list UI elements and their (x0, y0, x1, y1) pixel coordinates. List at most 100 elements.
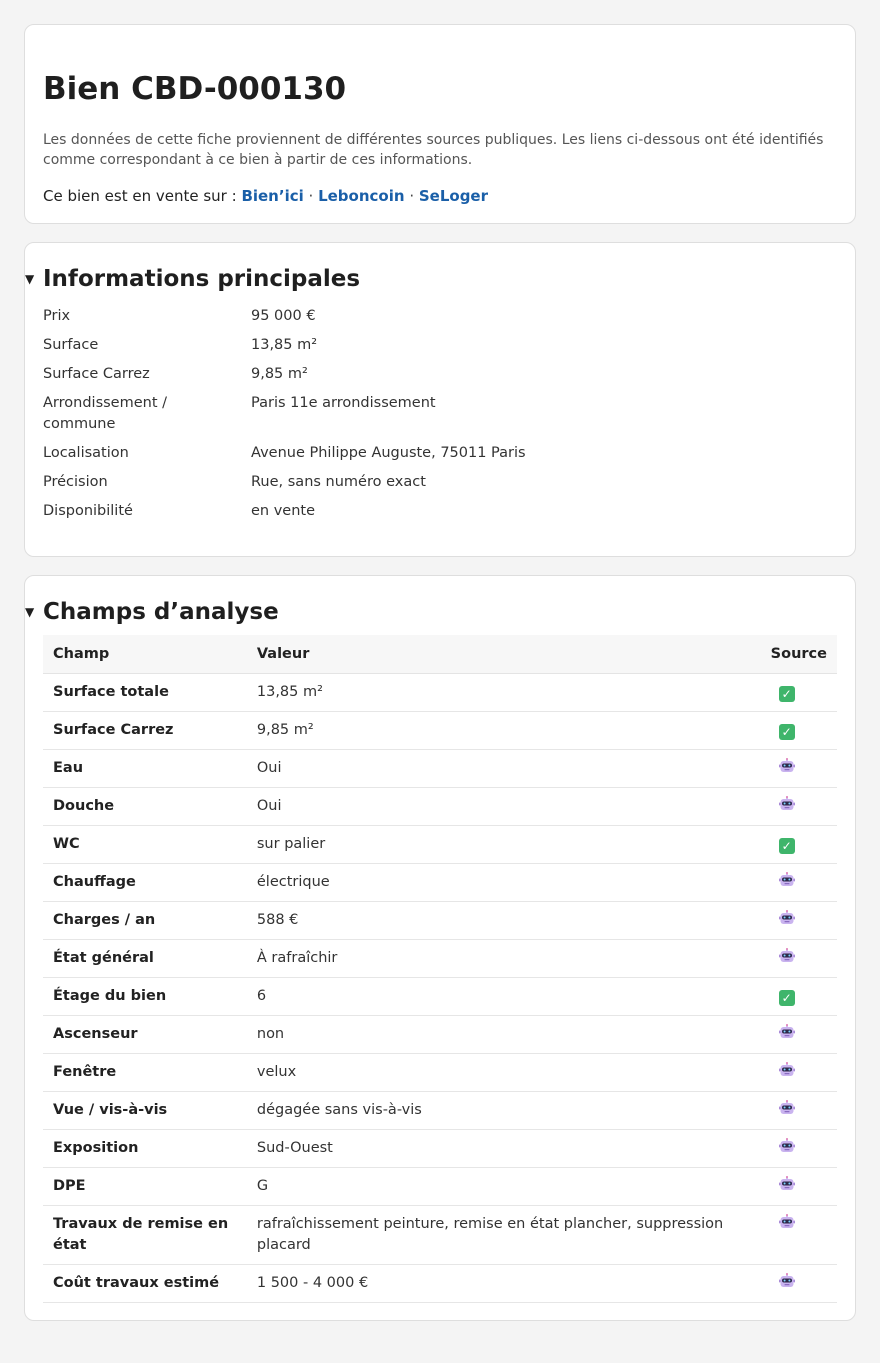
analysis-fields-card: ▼ Champs d’analyse Champ Valeur Source Su… (24, 575, 856, 1321)
robot-icon (778, 1213, 795, 1230)
caret-down-icon: ▼ (25, 272, 35, 286)
robot-icon (778, 1023, 795, 1040)
field-value: dégagée sans vis-à-vis (246, 1091, 761, 1130)
field-value: 1 500 - 4 000 € (246, 1264, 761, 1303)
field-value: G (246, 1167, 761, 1206)
section-title: Champs d’analyse (43, 599, 279, 625)
field-source (760, 1091, 837, 1130)
info-value: 13,85 m² (251, 337, 318, 353)
field-value: Oui (246, 787, 761, 826)
info-value: en vente (251, 503, 316, 519)
field-source (760, 939, 837, 978)
field-source: ✓ (760, 673, 837, 712)
main-info-toggle[interactable]: ▼ Informations principales (25, 264, 360, 294)
robot-icon (778, 947, 795, 964)
robot-icon (778, 909, 795, 926)
field-name: Étage du bien (43, 977, 247, 1016)
link-bienici[interactable]: Bien’ici (241, 187, 303, 205)
table-row: Travaux de remise en état rafraîchissemen… (43, 1205, 837, 1265)
table-header-row: Champ Valeur Source (43, 635, 837, 674)
info-row: Surface Carrez 9,85 m² (43, 364, 843, 385)
field-value: 9,85 m² (246, 711, 761, 750)
info-label: Précision (43, 474, 108, 490)
table-row: Charges / an 588 € (43, 901, 837, 940)
field-value: velux (246, 1053, 761, 1092)
field-source (760, 1053, 837, 1092)
analysis-fields-table: Champ Valeur Source Surface totale 13,85 … (43, 635, 837, 1303)
table-row: Exposition Sud-Ouest (43, 1129, 837, 1168)
table-row: Surface totale 13,85 m² ✓ (43, 673, 837, 712)
info-row: Localisation Avenue Philippe Auguste, 750… (43, 443, 843, 464)
intro-text: Les données de cette fiche proviennent d… (43, 132, 824, 168)
field-value: rafraîchissement peinture, remise en éta… (246, 1205, 761, 1265)
field-name: Ascenseur (43, 1015, 247, 1054)
robot-icon (778, 1099, 795, 1116)
info-label: Localisation (43, 445, 129, 461)
info-label: Surface Carrez (43, 366, 150, 382)
check-icon: ✓ (778, 989, 795, 1006)
field-name: DPE (43, 1167, 247, 1206)
field-name: Vue / vis-à-vis (43, 1091, 247, 1130)
table-row: Eau Oui (43, 749, 837, 788)
info-label: Arrondissement / commune (43, 395, 168, 432)
field-source (760, 901, 837, 940)
column-header-source: Source (760, 635, 837, 674)
info-value: Paris 11e arrondissement (251, 395, 436, 411)
field-source: ✓ (760, 825, 837, 864)
info-value: Avenue Philippe Auguste, 75011 Paris (251, 445, 526, 461)
info-value: 9,85 m² (251, 366, 308, 382)
field-name: Fenêtre (43, 1053, 247, 1092)
section-title: Informations principales (43, 266, 361, 292)
table-row: Ascenseur non (43, 1015, 837, 1054)
field-name: Exposition (43, 1129, 247, 1168)
link-seloger[interactable]: SeLoger (419, 187, 488, 205)
info-row: Surface 13,85 m² (43, 335, 843, 356)
field-source (760, 787, 837, 826)
main-info-card: ▼ Informations principales Prix 95 000 € Su… (24, 242, 856, 557)
field-name: État général (43, 939, 247, 978)
info-value: 95 000 € (251, 308, 316, 324)
field-name: Travaux de remise en état (43, 1205, 247, 1265)
field-name: WC (43, 825, 247, 864)
field-value: 588 € (246, 901, 761, 940)
robot-icon (778, 1175, 795, 1192)
info-row: Précision Rue, sans numéro exact (43, 472, 843, 493)
field-name: Coût travaux estimé (43, 1264, 247, 1303)
field-name: Douche (43, 787, 247, 826)
field-source: ✓ (760, 711, 837, 750)
table-row: Chauffage électrique (43, 863, 837, 902)
info-value: Rue, sans numéro exact (251, 474, 426, 490)
robot-icon (778, 871, 795, 888)
table-row: Vue / vis-à-vis dégagée sans vis-à-vis (43, 1091, 837, 1130)
property-header-card: Bien CBD-000130 Les données de cette fic… (24, 24, 856, 224)
link-separator: · (303, 187, 319, 205)
table-row: DPE G (43, 1167, 837, 1206)
field-name: Charges / an (43, 901, 247, 940)
field-source (760, 1167, 837, 1206)
info-row: Disponibilité en vente (43, 501, 843, 522)
sale-links-line: Ce bien est en vente sur : Bien’ici · Le… (43, 186, 488, 206)
field-value: sur palier (246, 825, 761, 864)
robot-icon (778, 1137, 795, 1154)
field-source (760, 1205, 837, 1265)
table-row: État général À rafraîchir (43, 939, 837, 978)
link-leboncoin[interactable]: Leboncoin (318, 187, 404, 205)
field-source: ✓ (760, 977, 837, 1016)
table-row: Douche Oui (43, 787, 837, 826)
info-list: Prix 95 000 € Surface 13,85 m² Surface Carre… (43, 306, 843, 530)
link-separator: · (404, 187, 419, 205)
table-row: Fenêtre velux (43, 1053, 837, 1092)
field-name: Chauffage (43, 863, 247, 902)
field-value: À rafraîchir (246, 939, 761, 978)
page-title: Bien CBD-000130 (43, 71, 347, 107)
robot-icon (778, 1272, 795, 1289)
field-source (760, 1015, 837, 1054)
info-label: Surface (43, 337, 99, 353)
table-row: Coût travaux estimé 1 500 - 4 000 € (43, 1264, 837, 1303)
analysis-fields-toggle[interactable]: ▼ Champs d’analyse (25, 597, 279, 627)
field-value: Sud-Ouest (246, 1129, 761, 1168)
column-header-champ: Champ (43, 635, 247, 674)
robot-icon (778, 1061, 795, 1078)
sale-prefix: Ce bien est en vente sur : (43, 187, 242, 205)
robot-icon (778, 757, 795, 774)
